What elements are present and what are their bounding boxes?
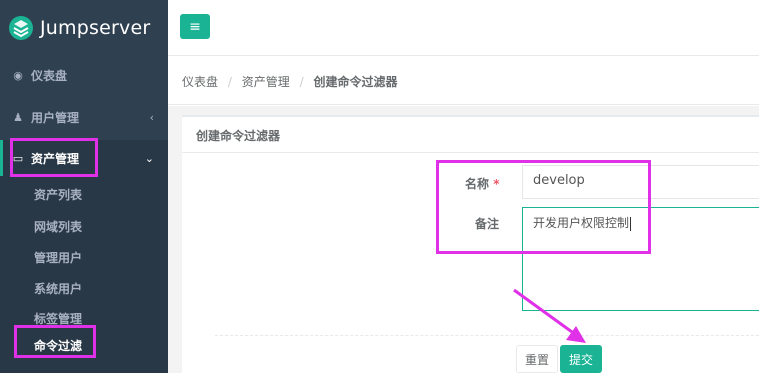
annotation-arrow xyxy=(513,288,586,343)
